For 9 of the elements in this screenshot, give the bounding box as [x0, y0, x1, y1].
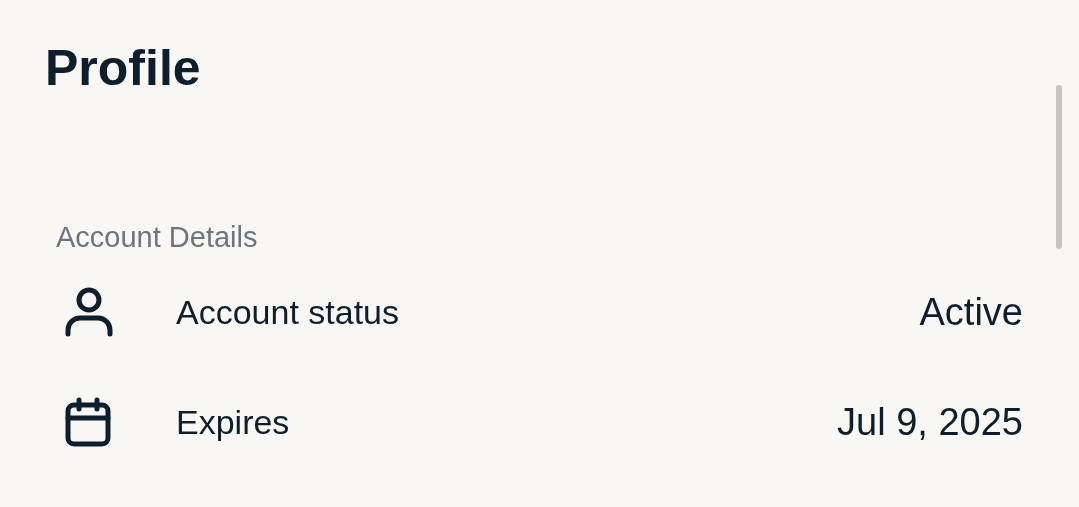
page-title: Profile: [45, 39, 202, 98]
scrollbar[interactable]: [1056, 85, 1062, 249]
calendar-icon: [65, 397, 111, 447]
row-label: Account status: [176, 292, 400, 332]
row-label: Expires: [176, 402, 291, 442]
row-value: Jul 9, 2025: [837, 400, 1023, 444]
section-label: Account Details: [56, 220, 259, 255]
person-icon: [65, 287, 113, 337]
row-value: Active: [919, 290, 1023, 334]
